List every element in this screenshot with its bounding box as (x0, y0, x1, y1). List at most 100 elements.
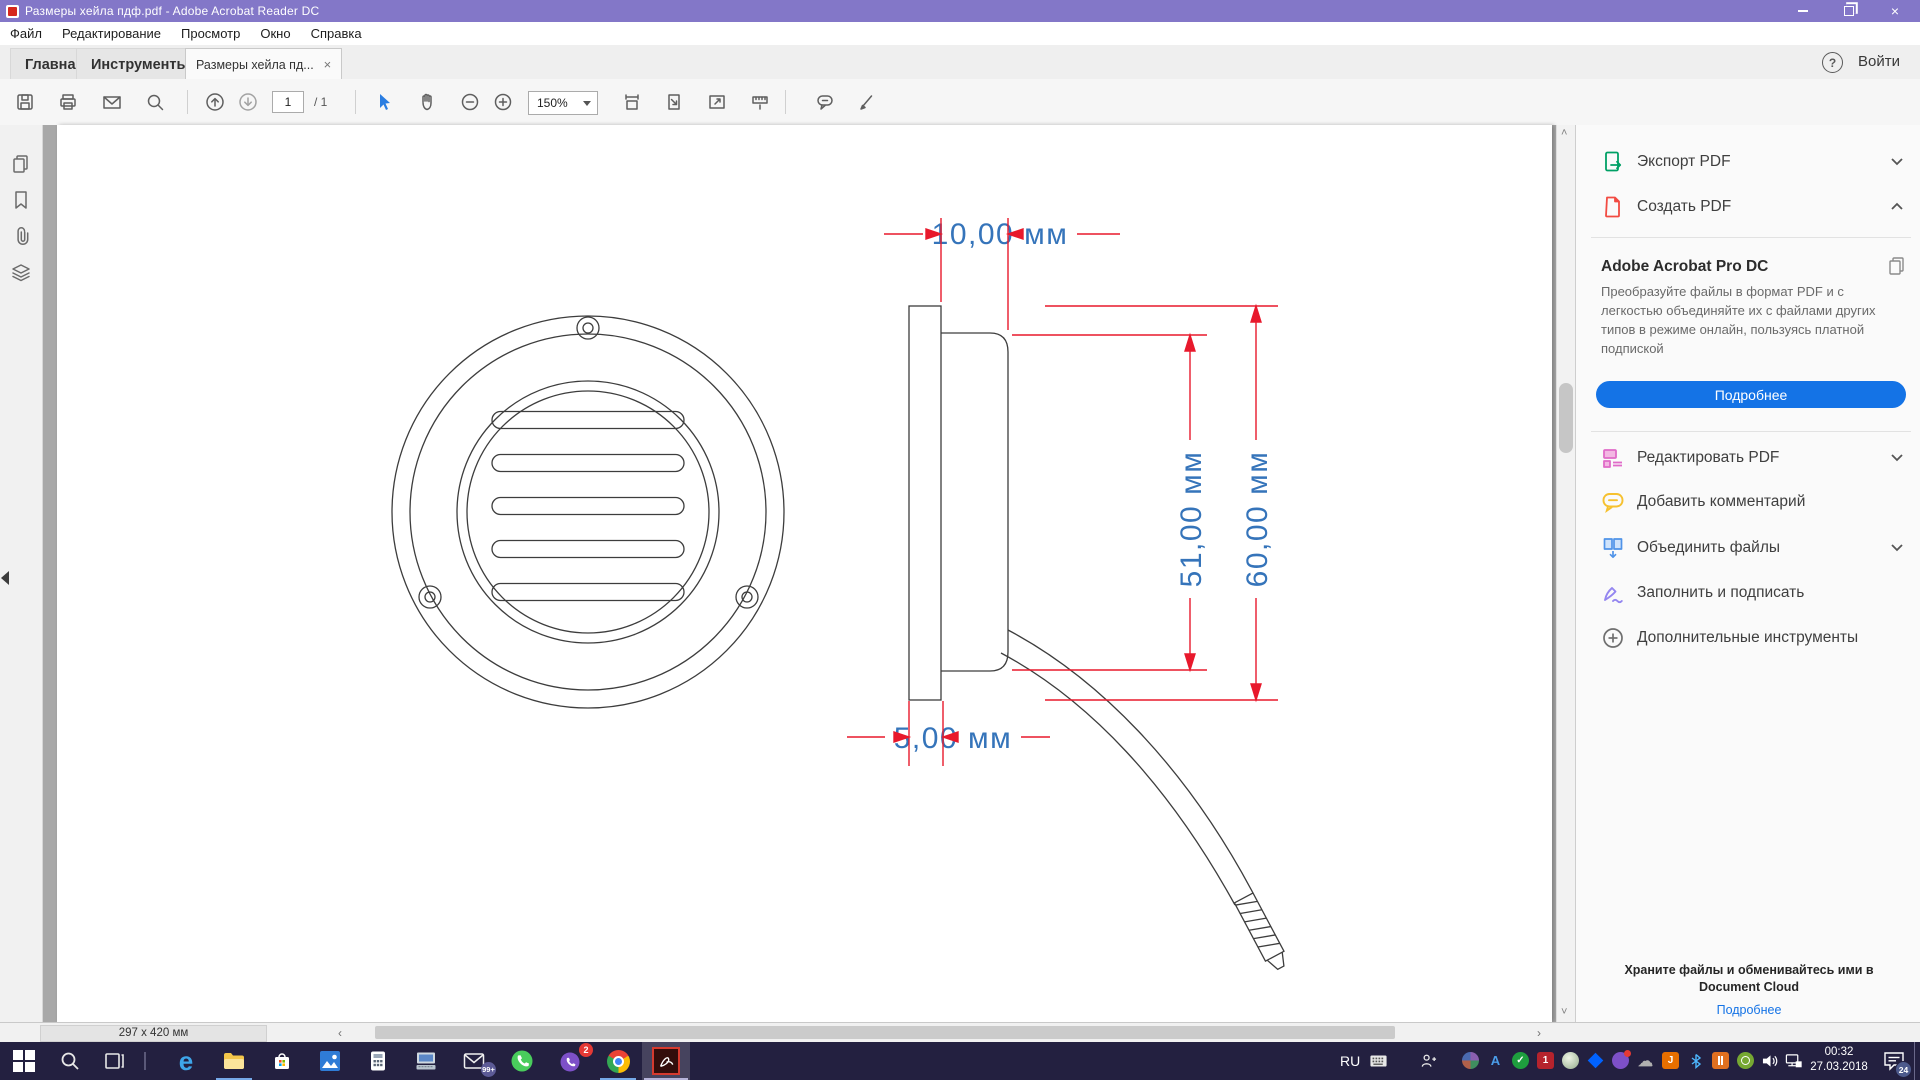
panel-item-add-comment[interactable]: Добавить комментарий (1601, 488, 1906, 516)
horizontal-scrollbar-thumb[interactable] (375, 1026, 1395, 1039)
tray-spiral-icon[interactable] (1737, 1052, 1754, 1069)
menu-view[interactable]: Просмотр (171, 26, 250, 41)
copy-pages-icon (1886, 255, 1908, 277)
panel-item-combine-files[interactable]: Объединить файлы (1601, 534, 1906, 562)
tray-orb-icon[interactable] (1562, 1052, 1579, 1069)
attachments-icon[interactable] (10, 225, 32, 247)
tray-1c-icon[interactable]: 1 (1537, 1052, 1554, 1069)
taskbar-explorer-icon[interactable] (210, 1042, 258, 1080)
help-icon[interactable]: ? (1822, 52, 1843, 73)
menu-window[interactable]: Окно (250, 26, 300, 41)
collapse-left-panel-handle[interactable] (1, 571, 9, 585)
tray-dropbox-icon[interactable] (1587, 1052, 1604, 1069)
scroll-up-icon[interactable]: ˄ (1561, 128, 1571, 138)
taskbar-remote-desktop-icon[interactable] (402, 1042, 450, 1080)
tray-java-icon[interactable]: J (1662, 1052, 1679, 1069)
taskbar-whatsapp-icon[interactable] (498, 1042, 546, 1080)
tray-realtek-icon[interactable] (1712, 1052, 1729, 1069)
edit-pdf-icon (1601, 446, 1625, 470)
save-icon[interactable] (15, 92, 35, 112)
keyboard-icon[interactable] (1370, 1052, 1387, 1069)
scroll-left-icon[interactable]: ‹ (338, 1026, 342, 1040)
restore-button[interactable] (1832, 0, 1866, 22)
document-area: 10,00 мм 5,00 мм 51,00 мм 60,00 мм (43, 125, 1575, 1022)
chevron-down-icon (583, 101, 591, 106)
fit-width-icon[interactable] (622, 92, 642, 112)
bookmarks-icon[interactable] (10, 189, 32, 211)
panel-item-more-tools[interactable]: Дополнительные инструменты (1601, 624, 1906, 652)
tray-onedrive-icon[interactable]: ☁ (1637, 1052, 1654, 1069)
status-bar: 297 x 420 мм ‹ › (0, 1022, 1920, 1043)
taskbar-calculator-icon[interactable] (354, 1042, 402, 1080)
taskbar-viber-icon[interactable]: 2 (546, 1042, 594, 1080)
notification-badge: 24 (1895, 1061, 1912, 1078)
pdf-page[interactable]: 10,00 мм 5,00 мм 51,00 мм 60,00 мм (57, 125, 1552, 1022)
hand-tool-icon[interactable] (418, 92, 438, 112)
print-icon[interactable] (58, 92, 78, 112)
tab-document[interactable]: Размеры хейла пд... × (185, 48, 342, 80)
menu-edit[interactable]: Редактирование (52, 26, 171, 41)
scroll-right-icon[interactable]: › (1537, 1026, 1541, 1040)
language-indicator[interactable]: RU (1340, 1053, 1360, 1069)
next-page-icon[interactable] (238, 92, 258, 112)
tray-bluetooth-icon[interactable] (1687, 1052, 1704, 1069)
taskbar-photos-icon[interactable] (306, 1042, 354, 1080)
zoom-level-dropdown[interactable]: 150% (528, 91, 598, 115)
vertical-scrollbar-thumb[interactable] (1559, 383, 1573, 453)
vertical-scrollbar[interactable]: ˄ ˅ (1556, 125, 1576, 1022)
chevron-down-icon (1890, 453, 1904, 462)
layers-icon[interactable] (10, 262, 32, 284)
email-icon[interactable] (102, 92, 122, 112)
taskbar-clock[interactable]: 00:32 27.03.2018 (1800, 1045, 1878, 1075)
previous-page-icon[interactable] (205, 92, 225, 112)
pen-tool-icon[interactable] (857, 92, 877, 112)
page-thumbnails-icon[interactable] (10, 153, 32, 175)
taskbar-mail-icon[interactable]: 99+ (450, 1042, 498, 1080)
tray-app-icon[interactable] (1462, 1052, 1479, 1069)
zoom-out-icon[interactable] (460, 92, 480, 112)
page-number-input[interactable]: 1 (272, 91, 304, 113)
action-center-icon[interactable]: 24 (1876, 1042, 1912, 1080)
taskbar-edge-icon[interactable]: e (162, 1042, 210, 1080)
page-total-label: / 1 (314, 95, 327, 109)
tools-panel: Экспорт PDF Создать PDF Adobe Acrobat Pr… (1575, 125, 1920, 1022)
chevron-down-icon (1890, 157, 1904, 166)
minimize-button[interactable] (1786, 0, 1820, 22)
panel-item-create-pdf[interactable]: Создать PDF (1601, 193, 1906, 221)
title-bar: Размеры хейла пдф.pdf - Adobe Acrobat Re… (0, 0, 1920, 22)
panel-item-export-pdf[interactable]: Экспорт PDF (1601, 148, 1906, 176)
menu-help[interactable]: Справка (301, 26, 372, 41)
fullscreen-icon[interactable] (707, 92, 727, 112)
zoom-in-icon[interactable] (493, 92, 513, 112)
tray-antivirus-icon[interactable]: ✓ (1512, 1052, 1529, 1069)
taskbar-search-icon[interactable] (46, 1042, 94, 1080)
people-icon[interactable] (1420, 1052, 1437, 1069)
select-tool-icon[interactable] (374, 92, 394, 112)
taskbar-store-icon[interactable] (258, 1042, 306, 1080)
task-view-icon[interactable] (90, 1042, 138, 1080)
menu-file[interactable]: Файл (0, 26, 52, 41)
main-toolbar: 1 / 1 150% (0, 79, 1920, 126)
taskbar-chrome-icon[interactable] (594, 1042, 642, 1080)
scroll-down-icon[interactable]: ˅ (1561, 1007, 1571, 1017)
panel-item-fill-sign[interactable]: Заполнить и подписать (1601, 579, 1906, 607)
tray-autodesk-icon[interactable]: A (1487, 1052, 1504, 1069)
start-button[interactable] (0, 1042, 48, 1080)
search-icon[interactable] (145, 92, 165, 112)
promo-title: Adobe Acrobat Pro DC (1601, 258, 1768, 276)
tray-viber-icon[interactable] (1612, 1052, 1629, 1069)
comment-tool-icon[interactable] (815, 92, 835, 112)
volume-icon[interactable] (1762, 1052, 1779, 1069)
tab-close-icon[interactable]: × (324, 57, 332, 72)
taskbar-acrobat-icon[interactable] (642, 1042, 690, 1080)
signin-button[interactable]: Войти (1858, 53, 1900, 70)
promo-more-button[interactable]: Подробнее (1596, 381, 1906, 408)
measure-tool-icon[interactable] (750, 92, 770, 112)
promo-text: Преобразуйте файлы в формат PDF и с легк… (1601, 283, 1901, 358)
footer-more-link[interactable]: Подробнее (1594, 1003, 1904, 1017)
close-button[interactable]: × (1878, 0, 1912, 22)
panel-item-edit-pdf[interactable]: Редактировать PDF (1601, 444, 1906, 472)
create-pdf-icon (1601, 195, 1625, 219)
show-desktop-button[interactable] (1914, 1042, 1915, 1080)
fit-page-icon[interactable] (664, 92, 684, 112)
